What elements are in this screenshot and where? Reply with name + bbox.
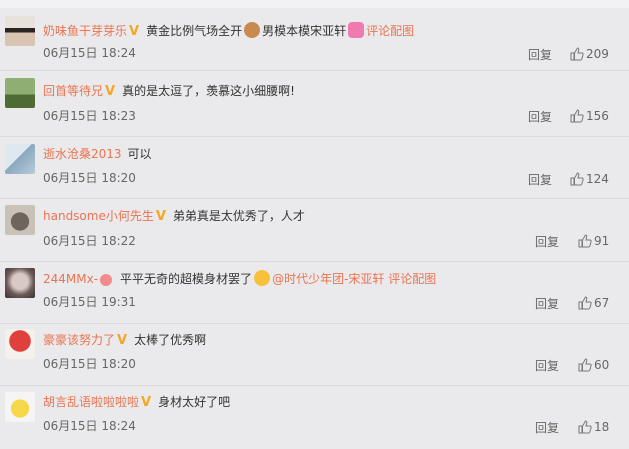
heart-emoji-icon bbox=[348, 22, 365, 38]
like-count: 91 bbox=[594, 234, 610, 248]
like-button[interactable]: 18 bbox=[578, 420, 609, 434]
thumbs-up-icon bbox=[570, 172, 584, 186]
comment-image-link[interactable]: 评论配图 bbox=[388, 272, 436, 286]
username-link[interactable]: 回首等待兄 bbox=[43, 84, 103, 98]
avatar[interactable] bbox=[5, 392, 35, 422]
like-button[interactable]: 156 bbox=[570, 109, 609, 123]
comment-text: 黄金比例气场全开 bbox=[146, 24, 243, 38]
comment-time: 06月15日 18:20 bbox=[43, 357, 136, 371]
comment-row: 胡言乱语啦啦啦啦 V 身材太好了吧 06月15日 18:24 回复 18 bbox=[0, 387, 629, 449]
crown-emoji-icon bbox=[100, 274, 113, 286]
comment-text-2: 男模本模宋亚轩 bbox=[262, 24, 347, 38]
divider bbox=[0, 198, 629, 199]
divider bbox=[0, 385, 629, 386]
avatar[interactable] bbox=[5, 329, 35, 359]
like-count: 124 bbox=[586, 172, 609, 186]
thumbs-up-icon bbox=[578, 358, 592, 372]
comment-time: 06月15日 19:31 bbox=[43, 295, 136, 309]
comment-row: 244MMx- 平平无奇的超模身材罢了 @时代少年团-宋亚轩 评论配图 06月15日… bbox=[0, 263, 629, 325]
thumbs-up-icon bbox=[578, 234, 592, 248]
avatar[interactable] bbox=[5, 16, 35, 46]
reply-button[interactable]: 回复 bbox=[535, 419, 559, 436]
username-link[interactable]: 豪豪该努力了 bbox=[43, 333, 115, 347]
mention-link[interactable]: @时代少年团-宋亚轩 bbox=[272, 272, 384, 286]
comment-image-link[interactable]: 评论配图 bbox=[366, 24, 414, 38]
divider bbox=[0, 136, 629, 137]
comment-row: 回首等待兄 V 真的是太逗了，羡慕这小细腰啊! 06月15日 18:23 回复 15… bbox=[0, 76, 629, 138]
comment-row: 奶味鱼干芽芽乐 V 黄金比例气场全开 男模本模宋亚轩 评论配图 06月15日 18:24… bbox=[0, 14, 629, 76]
avatar[interactable] bbox=[5, 268, 35, 298]
comment-text: 太棒了优秀啊 bbox=[134, 333, 207, 347]
like-count: 60 bbox=[594, 358, 610, 372]
comment-text: 可以 bbox=[127, 147, 152, 161]
avatar[interactable] bbox=[5, 205, 35, 235]
like-button[interactable]: 91 bbox=[578, 234, 609, 248]
like-button[interactable]: 209 bbox=[570, 47, 609, 61]
avatar[interactable] bbox=[5, 144, 35, 174]
comment-text: 真的是太逗了，羡慕这小细腰啊! bbox=[122, 84, 295, 98]
thumbs-up-icon bbox=[570, 47, 584, 61]
previous-comment-cutoff bbox=[0, 0, 629, 8]
comment-time: 06月15日 18:23 bbox=[43, 109, 136, 123]
like-button[interactable]: 124 bbox=[570, 172, 609, 186]
like-button[interactable]: 67 bbox=[578, 296, 609, 310]
comment-text: 弟弟真是太优秀了，人才 bbox=[172, 209, 305, 223]
like-button[interactable]: 60 bbox=[578, 358, 609, 372]
username-link[interactable]: 胡言乱语啦啦啦啦 bbox=[43, 395, 139, 409]
divider bbox=[0, 261, 629, 262]
comment-time: 06月15日 18:24 bbox=[43, 46, 136, 60]
reply-button[interactable]: 回复 bbox=[535, 233, 559, 250]
username-link[interactable]: 逝水沧桑2013 bbox=[43, 147, 122, 161]
comment-text: 平平无奇的超模身材罢了 bbox=[120, 272, 253, 286]
comment-time: 06月15日 18:22 bbox=[43, 234, 136, 248]
like-count: 156 bbox=[586, 109, 609, 123]
thumbs-up-icon bbox=[578, 420, 592, 434]
face-emoji-icon bbox=[254, 270, 271, 286]
reply-button[interactable]: 回复 bbox=[528, 108, 552, 125]
verified-v-icon: V bbox=[141, 395, 152, 410]
reply-button[interactable]: 回复 bbox=[528, 46, 552, 63]
like-count: 67 bbox=[594, 296, 610, 310]
comment-time: 06月15日 18:20 bbox=[43, 171, 136, 185]
comment-time: 06月15日 18:24 bbox=[43, 419, 136, 433]
comment-row: 豪豪该努力了 V 太棒了优秀啊 06月15日 18:20 回复 60 bbox=[0, 325, 629, 387]
thumbs-up-icon bbox=[570, 109, 584, 123]
comment-row: 逝水沧桑2013 可以 06月15日 18:20 回复 124 bbox=[0, 138, 629, 200]
username-link[interactable]: 244MMx- bbox=[43, 272, 98, 286]
reply-button[interactable]: 回复 bbox=[535, 295, 559, 312]
verified-v-icon: V bbox=[155, 209, 166, 224]
username-link[interactable]: handsome小何先生 bbox=[43, 209, 154, 223]
like-count: 18 bbox=[594, 420, 610, 434]
verified-v-icon: V bbox=[117, 333, 128, 348]
like-count: 209 bbox=[586, 47, 609, 61]
divider bbox=[0, 70, 629, 71]
comment-row: handsome小何先生 V 弟弟真是太优秀了，人才 06月15日 18:22 回复… bbox=[0, 201, 629, 263]
reply-button[interactable]: 回复 bbox=[535, 357, 559, 374]
avatar[interactable] bbox=[5, 78, 35, 108]
username-link[interactable]: 奶味鱼干芽芽乐 bbox=[43, 24, 127, 38]
thumbs-up-icon bbox=[578, 296, 592, 310]
comment-text: 身材太好了吧 bbox=[158, 395, 231, 409]
reply-button[interactable]: 回复 bbox=[528, 171, 552, 188]
monkey-emoji-icon bbox=[244, 22, 261, 38]
divider bbox=[0, 323, 629, 324]
verified-v-icon: V bbox=[129, 24, 140, 39]
verified-v-icon: V bbox=[105, 84, 116, 99]
